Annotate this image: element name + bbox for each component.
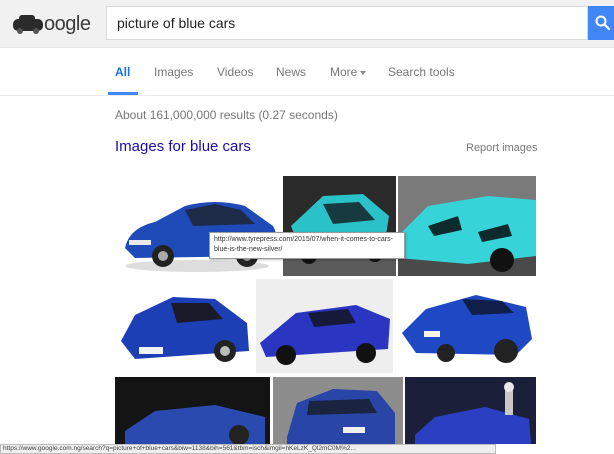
search-input[interactable]: [107, 7, 587, 39]
image-result-2[interactable]: [283, 176, 396, 276]
image-result-9[interactable]: [405, 377, 536, 444]
image-result-4[interactable]: [115, 279, 253, 373]
browser-status-bar: https://www.google.com.ng/search?q=pictu…: [0, 444, 496, 454]
search-box[interactable]: [106, 6, 588, 40]
search-button[interactable]: [588, 6, 614, 40]
search-icon: [595, 15, 610, 30]
report-images-link[interactable]: Report images: [466, 142, 538, 154]
tab-more-label: More: [330, 65, 358, 79]
image-result-8[interactable]: [273, 377, 403, 444]
results-stats: About 161,000,000 results (0.27 seconds): [115, 108, 338, 122]
doodle-car-icon: [13, 15, 43, 34]
google-logo[interactable]: oogle: [12, 12, 91, 36]
tab-search-tools[interactable]: Search tools: [388, 65, 455, 79]
search-header: oogle: [0, 0, 614, 48]
logo-text: oogle: [44, 12, 91, 35]
tab-news[interactable]: News: [276, 65, 306, 79]
image-result-6[interactable]: [396, 279, 536, 373]
tab-videos[interactable]: Videos: [217, 65, 253, 79]
image-result-1[interactable]: [115, 176, 280, 276]
tab-more[interactable]: More: [330, 65, 367, 79]
image-result-3[interactable]: [398, 176, 536, 276]
chevron-down-icon: [360, 70, 367, 75]
active-tab-indicator: [108, 92, 138, 95]
search-tabs: All Images Videos News More Search tools: [0, 48, 614, 96]
image-result-7[interactable]: [115, 377, 270, 444]
images-heading-link[interactable]: Images for blue cars: [115, 138, 251, 155]
image-url-tooltip: http://www.tyrepress.com/2015/07/when-it…: [209, 232, 405, 259]
image-result-5[interactable]: [256, 279, 393, 373]
tab-all[interactable]: All: [115, 65, 130, 79]
tab-images[interactable]: Images: [154, 65, 193, 79]
